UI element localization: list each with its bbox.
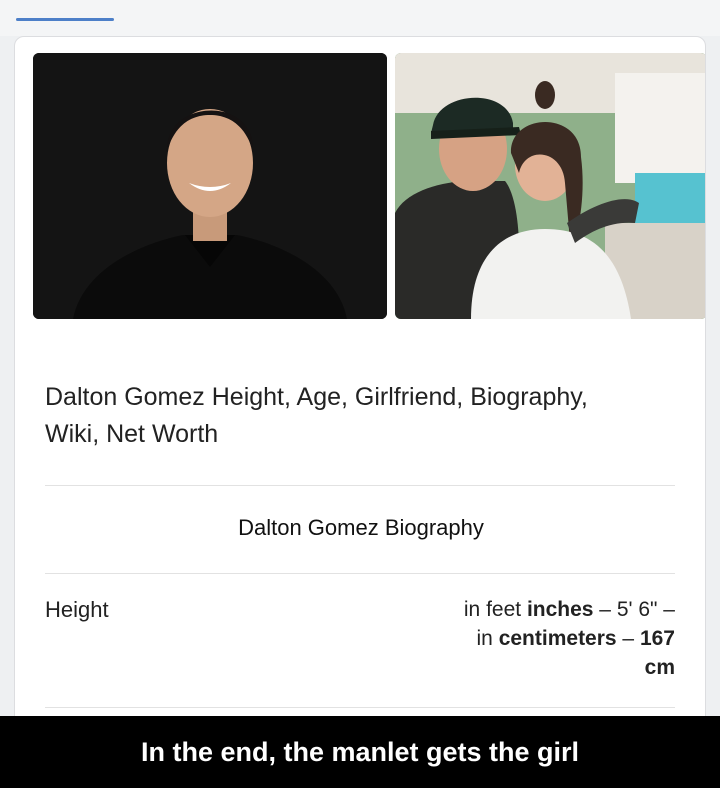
biography-heading: Dalton Gomez Biography [238, 515, 484, 540]
meme-caption-bar: In the end, the manlet gets the girl [0, 716, 720, 788]
height-cm-prefix: in [476, 627, 499, 650]
height-cm-suffix: cm [644, 656, 675, 679]
height-feet-prefix: in feet [463, 598, 527, 621]
couple-image [395, 53, 705, 319]
height-cm-unit: centimeters [498, 627, 617, 650]
portrait-photo[interactable] [33, 53, 387, 319]
result-title-link[interactable]: Dalton Gomez Height, Age, Girlfriend, Bi… [45, 379, 605, 453]
height-cm-dash: – [616, 627, 640, 650]
divider [45, 573, 675, 574]
search-result-card: Dalton Gomez Height, Age, Girlfriend, Bi… [14, 36, 706, 788]
active-tab-indicator [16, 18, 114, 21]
height-cm-value: 167 [639, 627, 675, 650]
height-value: in feet inches – 5' 6" – in centimeters … [375, 595, 675, 682]
portrait-image [33, 53, 387, 319]
height-label: Height [45, 597, 109, 622]
meme-caption: In the end, the manlet gets the girl [140, 736, 580, 767]
divider [45, 485, 675, 486]
height-feet-value: – 5' 6" – [593, 598, 675, 621]
divider [45, 707, 675, 708]
couple-photo[interactable] [395, 53, 705, 319]
height-feet-unit: inches [526, 598, 594, 621]
top-strip [0, 0, 720, 36]
